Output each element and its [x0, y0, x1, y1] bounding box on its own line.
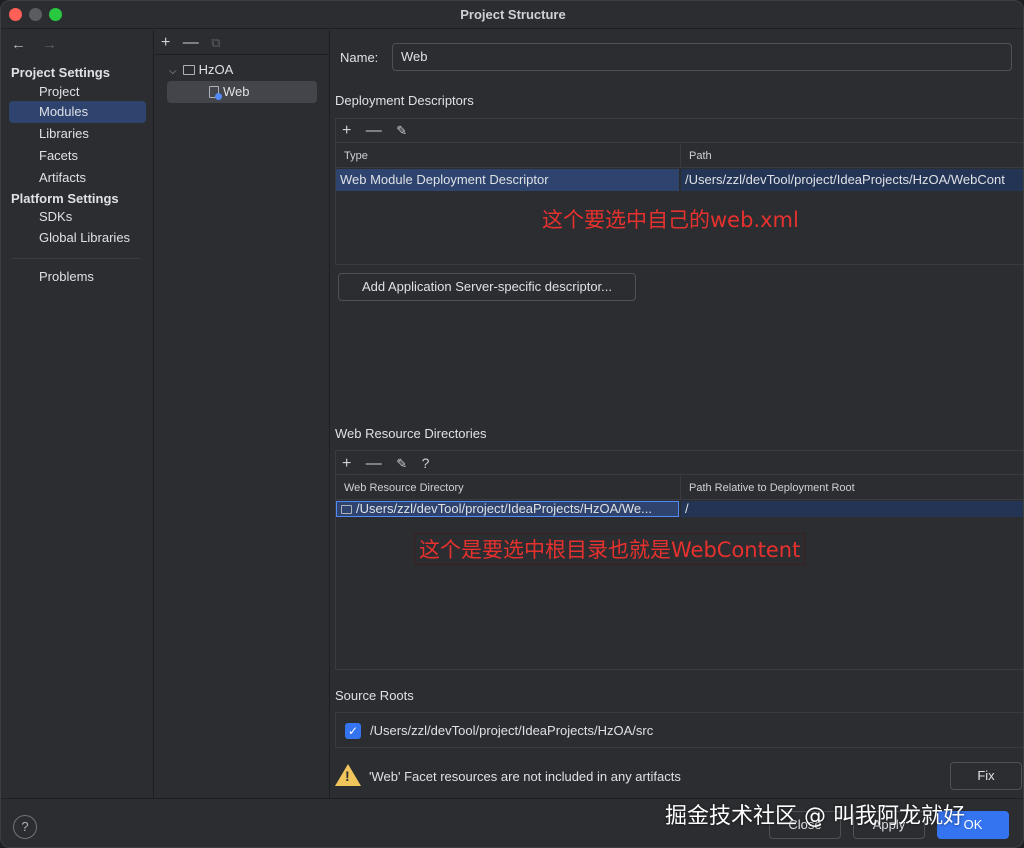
fix-button[interactable]: Fix: [950, 762, 1022, 790]
web-facet-icon: [209, 86, 222, 100]
web-resource-directories-heading: Web Resource Directories: [335, 426, 487, 441]
column-header-web-resource-directory[interactable]: Web Resource Directory: [336, 476, 680, 500]
title-bar: Project Structure: [1, 1, 1023, 29]
deployment-descriptors-heading: Deployment Descriptors: [335, 93, 474, 108]
web-resource-toolbar: + — ✎ ?: [336, 451, 1023, 475]
tree-toolbar-divider: [155, 54, 330, 55]
add-icon[interactable]: +: [161, 34, 170, 51]
nav-divider: [11, 258, 141, 259]
platform-settings-heading: Platform Settings: [11, 191, 119, 206]
source-roots-list: ✓ /Users/zzl/devTool/project/IdeaProject…: [335, 712, 1023, 748]
nav-item-problems[interactable]: Problems: [9, 266, 146, 288]
deployment-table-header: Type Path: [336, 144, 1023, 168]
help-icon[interactable]: ?: [422, 455, 430, 471]
forward-arrow-icon[interactable]: →: [42, 36, 57, 53]
chevron-down-icon[interactable]: ⌵: [169, 66, 177, 77]
nav-item-project[interactable]: Project: [9, 81, 146, 103]
column-header-path[interactable]: Path: [681, 144, 1023, 168]
web-resource-dir-path: /Users/zzl/devTool/project/IdeaProjects/…: [356, 501, 652, 516]
module-folder-icon: [182, 65, 195, 75]
deployment-toolbar: + — ✎: [336, 119, 1023, 143]
nav-item-modules[interactable]: Modules: [9, 101, 146, 123]
nav-item-libraries[interactable]: Libraries: [9, 123, 146, 145]
watermark-text: 掘金技术社区 @ 叫我阿龙就好: [665, 804, 965, 829]
table-row[interactable]: Web Module Deployment Descriptor /Users/…: [336, 169, 1023, 191]
tree-node-hzoa[interactable]: ⌵ HzOA: [169, 59, 319, 81]
remove-icon[interactable]: —: [366, 455, 382, 472]
annotation-deployment-note: 这个要选中自己的web.xml: [542, 208, 799, 232]
settings-nav: ← → Project Settings Project Modules Lib…: [1, 30, 154, 798]
nav-arrows: ← →: [11, 36, 69, 53]
tree-node-label: Web: [223, 84, 250, 99]
project-structure-window: Project Structure ← → Project Settings P…: [0, 0, 1024, 848]
tree-toolbar: + — ⧉: [161, 34, 229, 52]
nav-item-global-libraries[interactable]: Global Libraries: [9, 227, 146, 249]
remove-icon[interactable]: —: [183, 34, 199, 51]
nav-item-sdks[interactable]: SDKs: [9, 206, 146, 228]
nav-item-facets[interactable]: Facets: [9, 145, 146, 167]
column-header-path-relative[interactable]: Path Relative to Deployment Root: [681, 476, 1023, 500]
source-roots-heading: Source Roots: [335, 688, 414, 703]
add-server-descriptor-button[interactable]: Add Application Server-specific descript…: [338, 273, 636, 301]
warning-text: 'Web' Facet resources are not included i…: [369, 769, 681, 784]
source-root-checkbox[interactable]: ✓: [345, 723, 361, 739]
name-label: Name:: [340, 50, 379, 65]
copy-icon[interactable]: ⧉: [211, 35, 220, 50]
module-tree-panel: + — ⧉ ⌵ HzOA Web: [155, 30, 330, 798]
edit-icon[interactable]: ✎: [396, 123, 407, 138]
help-button[interactable]: ?: [13, 815, 37, 839]
web-resource-relative-cell[interactable]: /: [681, 501, 1023, 517]
column-header-type[interactable]: Type: [336, 144, 680, 168]
annotation-web-resource-note: 这个是要选中根目录也就是WebContent: [414, 533, 806, 565]
remove-icon[interactable]: —: [366, 122, 382, 139]
add-icon[interactable]: +: [342, 455, 351, 472]
descriptor-path-cell[interactable]: /Users/zzl/devTool/project/IdeaProjects/…: [681, 169, 1023, 191]
back-arrow-icon[interactable]: ←: [11, 36, 26, 53]
edit-icon[interactable]: ✎: [396, 456, 407, 471]
project-settings-heading: Project Settings: [11, 65, 110, 80]
tree-node-web[interactable]: Web: [167, 81, 317, 103]
name-field[interactable]: Web: [392, 43, 1012, 71]
warning-icon: [335, 764, 361, 786]
tree-node-label: HzOA: [198, 62, 234, 77]
folder-icon: [341, 505, 352, 514]
table-row[interactable]: /Users/zzl/devTool/project/IdeaProjects/…: [336, 501, 1023, 517]
descriptor-type-cell[interactable]: Web Module Deployment Descriptor: [336, 169, 679, 191]
web-resource-table-header: Web Resource Directory Path Relative to …: [336, 476, 1023, 500]
nav-item-artifacts[interactable]: Artifacts: [9, 167, 146, 189]
add-icon[interactable]: +: [342, 122, 351, 139]
deployment-descriptors-table: + — ✎ Type Path Web Module Deployment De…: [335, 118, 1023, 265]
window-title: Project Structure: [460, 7, 566, 22]
web-resource-dir-cell[interactable]: /Users/zzl/devTool/project/IdeaProjects/…: [336, 501, 679, 517]
facet-settings-panel: Name: Web Deployment Descriptors + — ✎ T…: [331, 30, 1023, 798]
source-root-path: /Users/zzl/devTool/project/IdeaProjects/…: [370, 723, 654, 738]
